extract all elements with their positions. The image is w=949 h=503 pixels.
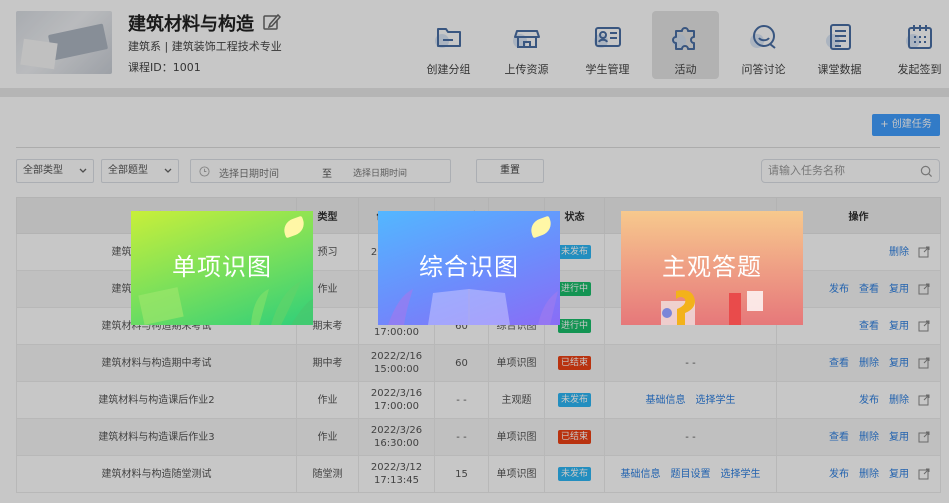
sticky-note-decoration (527, 215, 555, 239)
single-drawing-card[interactable]: 单项识图 (131, 211, 313, 325)
question-illustration (661, 290, 763, 325)
card-title: 综合识图 (419, 253, 519, 281)
subjective-answer-card[interactable]: 主观答题 (621, 211, 803, 325)
book-illustration (388, 289, 558, 325)
card-title: 主观答题 (662, 253, 762, 281)
leaf-illustration (138, 281, 313, 325)
sticky-note-decoration (280, 215, 308, 239)
comprehensive-drawing-card[interactable]: 综合识图 (378, 211, 560, 325)
